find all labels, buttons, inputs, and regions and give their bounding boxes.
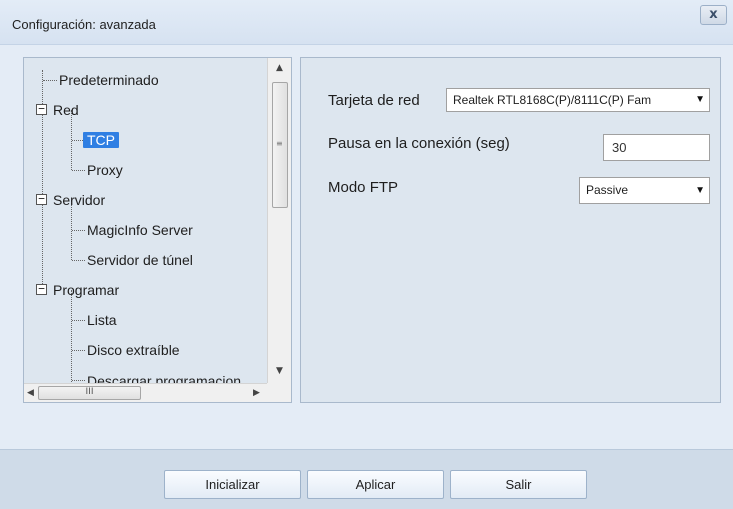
tree-item-label: Programar [53,282,120,298]
horizontal-scroll-thumb[interactable]: III [38,386,141,400]
dropdown-arrow-icon: ▼ [695,94,705,105]
tree-item-disco-extraible[interactable]: Disco extraíble [87,339,180,361]
tree-item-proxy[interactable]: Proxy [87,159,123,181]
timeout-label: Pausa en la conexión (seg) [328,135,510,152]
collapse-icon[interactable]: − [36,103,47,115]
exit-button[interactable]: Salir [450,470,587,499]
tree-item-label: Red [53,102,79,118]
tree-item-red[interactable]: Red [53,99,79,121]
tree-connector [72,380,85,381]
tree-vertical-scrollbar[interactable]: ▲ ≡ ▼ [267,58,291,384]
tree-connector [72,170,85,171]
tree-item-lista[interactable]: Lista [87,309,117,331]
window-title: Configuración: avanzada [12,17,156,32]
tree-connector [72,320,85,321]
tree-item-servidor-de-tunel[interactable]: Servidor de túnel [87,249,193,271]
tree-item-label: MagicInfo Server [87,222,193,238]
tree-item-tcp[interactable]: TCP [83,129,119,151]
scroll-left-icon[interactable]: ◀ [27,388,34,398]
ftp-mode-value: Passive [586,183,629,197]
vertical-scroll-thumb[interactable]: ≡ [272,82,288,208]
tree-connector [72,260,85,261]
tree-item-servidor[interactable]: Servidor [53,189,105,211]
tree-item-label: Servidor de túnel [87,252,193,268]
network-card-label: Tarjeta de red [328,92,420,109]
tree-item-predeterminado[interactable]: Predeterminado [59,69,159,91]
scroll-down-icon[interactable]: ▼ [276,366,283,376]
tree-connector [71,290,72,384]
tree-connector [72,230,85,231]
tree-item-label: Disco extraíble [87,342,180,358]
collapse-icon[interactable]: − [36,283,47,295]
ftp-mode-select[interactable]: Passive ▼ [579,177,710,204]
apply-button[interactable]: Aplicar [307,470,444,499]
collapse-icon[interactable]: − [36,193,47,205]
network-card-select[interactable]: Realtek RTL8168C(P)/8111C(P) Fam ▼ [446,88,710,112]
tree-viewport: Predeterminado − Red TCP Proxy − Servido… [24,58,267,384]
scroll-right-icon[interactable]: ▶ [253,388,260,398]
timeout-value: 30 [612,140,627,155]
tree-item-magicinfo-server[interactable]: MagicInfo Server [87,219,193,241]
tree-item-label: Servidor [53,192,106,208]
tcp-settings-panel: Tarjeta de red Realtek RTL8168C(P)/8111C… [300,57,721,403]
tree-item-descargar-programacion[interactable]: Descargar programacion [87,370,241,384]
button-bar: Inicializar Aplicar Salir [0,449,733,509]
close-button[interactable]: x [700,5,727,25]
initialize-button[interactable]: Inicializar [164,470,301,499]
tree-connector [43,80,57,81]
tree-connector [72,350,85,351]
ftp-mode-label: Modo FTP [328,179,399,196]
close-icon: x [709,7,718,22]
scrollbar-corner [267,383,291,402]
tree-item-label: Proxy [87,162,123,178]
grip-icon: III [85,387,94,397]
tree-item-label: Predeterminado [59,72,159,88]
settings-tree: Predeterminado − Red TCP Proxy − Servido… [23,57,292,403]
grip-icon: ≡ [276,139,283,148]
network-card-value: Realtek RTL8168C(P)/8111C(P) Fam [453,93,652,107]
dropdown-arrow-icon: ▼ [695,185,705,196]
tree-item-label: Lista [87,312,117,328]
tree-item-label: TCP [83,132,119,148]
scroll-up-icon[interactable]: ▲ [276,63,283,73]
timeout-input[interactable]: 30 [603,134,710,161]
tree-item-programar[interactable]: Programar [53,279,119,301]
title-bar: Configuración: avanzada x [0,0,733,45]
tree-horizontal-scrollbar[interactable]: ◀ III ▶ [24,383,267,402]
